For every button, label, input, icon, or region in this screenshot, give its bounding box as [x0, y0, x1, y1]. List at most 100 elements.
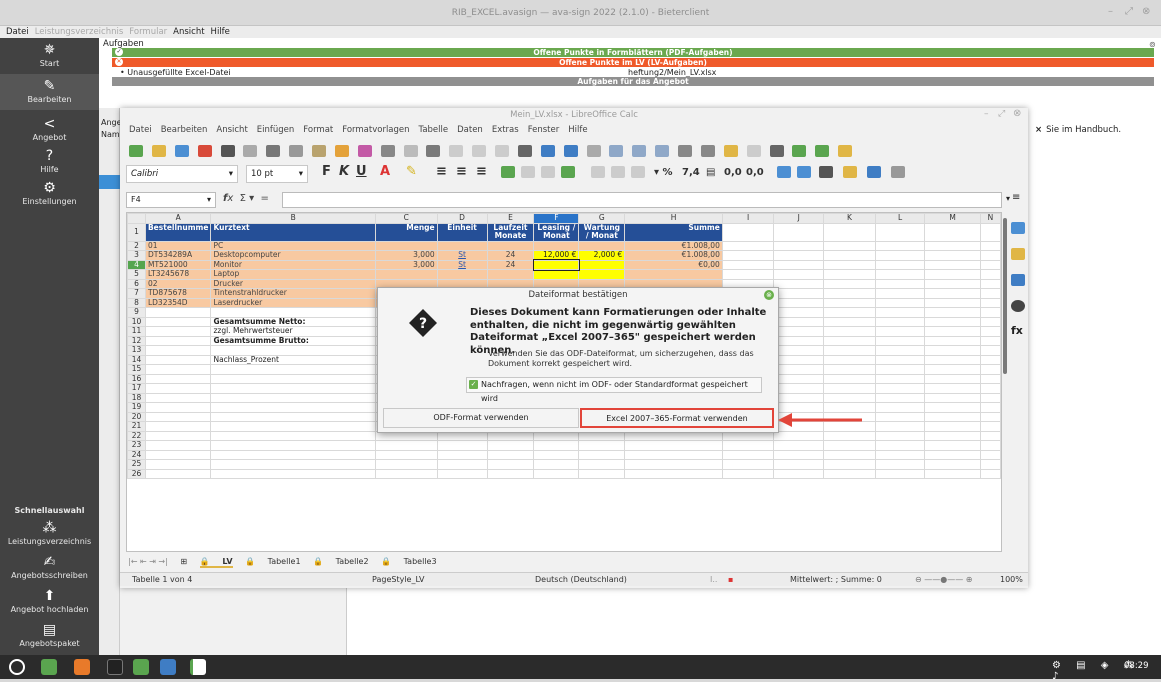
use-excel-button[interactable]: Excel 2007–365-Format verwenden — [580, 408, 774, 428]
align-middle-icon[interactable] — [591, 166, 605, 178]
empty-cell[interactable] — [210, 383, 376, 394]
chart-icon[interactable] — [632, 145, 647, 157]
ask-format-checkbox[interactable]: ✓ Nachfragen, wenn nicht im ODF- oder St… — [466, 377, 762, 403]
properties-icon[interactable] — [1011, 222, 1025, 234]
cell-f[interactable] — [533, 240, 580, 251]
menu-formular[interactable]: Formular — [129, 26, 167, 38]
calc-menu-tabelle[interactable]: Tabelle — [419, 125, 449, 135]
row-number[interactable]: 23 — [127, 440, 146, 451]
row-number[interactable]: 16 — [127, 373, 146, 384]
empty-cell[interactable] — [924, 297, 981, 308]
col-header-f[interactable]: F — [533, 213, 580, 224]
col-header-i[interactable]: I — [721, 213, 775, 224]
deck-menu-icon[interactable]: ≡ — [1012, 192, 1020, 203]
cell-d[interactable] — [436, 240, 488, 251]
empty-cell[interactable] — [874, 430, 926, 441]
empty-cell[interactable] — [979, 222, 1001, 242]
calc-menu-datei[interactable]: Datei — [129, 125, 152, 135]
conditional-format-icon[interactable] — [891, 166, 905, 178]
empty-cell[interactable] — [979, 364, 1001, 375]
empty-cell[interactable] — [144, 335, 212, 346]
empty-cell[interactable] — [823, 440, 876, 451]
empty-cell[interactable] — [924, 326, 981, 337]
navigator-icon[interactable] — [1011, 300, 1025, 312]
calc-close-icon[interactable]: ⊗ — [1013, 108, 1021, 119]
empty-cell[interactable] — [144, 468, 212, 479]
empty-cell[interactable] — [874, 250, 926, 261]
cell-d[interactable] — [436, 269, 488, 280]
empty-cell[interactable] — [924, 402, 981, 413]
styles-icon[interactable] — [1011, 248, 1025, 260]
empty-cell[interactable] — [624, 449, 723, 460]
empty-cell[interactable] — [210, 449, 376, 460]
empty-cell[interactable] — [924, 449, 981, 460]
empty-cell[interactable] — [874, 326, 926, 337]
split-window-icon[interactable] — [815, 145, 830, 157]
calc-menu-einfuegen[interactable]: Einfügen — [257, 125, 295, 135]
header-cell-bestellnummer[interactable]: Bestellnumme — [144, 222, 212, 242]
empty-cell[interactable] — [773, 392, 825, 403]
cell-c[interactable]: 3,000 — [374, 259, 438, 270]
empty-cell[interactable] — [144, 449, 212, 460]
header-cell-laufzeit[interactable]: Laufzeit Monate — [486, 222, 535, 242]
empty-cell[interactable] — [924, 411, 981, 422]
empty-cell[interactable] — [144, 402, 212, 413]
calc-maximize-icon[interactable]: ⤢ — [998, 109, 1005, 119]
use-odf-button[interactable]: ODF-Format verwenden — [383, 408, 579, 428]
calc-menu-hilfe[interactable]: Hilfe — [568, 125, 587, 135]
empty-cell[interactable] — [773, 430, 825, 441]
cell-a[interactable]: LD32354D — [144, 297, 212, 308]
wrap-text-icon[interactable] — [501, 166, 515, 178]
task-row-unfilled-excel[interactable]: • Unausgefüllte Excel-Datei heftung2/Mei… — [112, 68, 1154, 77]
tab-tabelle1[interactable]: 🔒 Tabelle1 — [245, 557, 300, 566]
date-format-button[interactable]: ▤ — [706, 167, 715, 178]
close-icon[interactable]: ⊗ — [1142, 6, 1150, 17]
empty-cell[interactable] — [924, 468, 981, 479]
menu-datei[interactable]: Datei — [6, 26, 29, 38]
empty-cell[interactable] — [210, 411, 376, 422]
cut-icon[interactable] — [266, 145, 281, 157]
bold-button[interactable]: F — [322, 164, 331, 179]
empty-cell[interactable] — [823, 240, 876, 251]
empty-cell[interactable] — [924, 354, 981, 365]
functions-icon[interactable]: fx — [1011, 324, 1023, 337]
print-icon[interactable] — [220, 145, 235, 157]
close-note-icon[interactable]: × — [1035, 125, 1042, 135]
empty-cell[interactable] — [486, 449, 535, 460]
align-bottom-icon[interactable] — [611, 166, 625, 178]
empty-cell[interactable] — [874, 240, 926, 251]
empty-cell[interactable] — [979, 269, 1001, 280]
row-number[interactable]: 9 — [127, 307, 146, 318]
empty-cell[interactable] — [823, 316, 876, 327]
empty-cell[interactable] — [823, 373, 876, 384]
row-number[interactable]: 6 — [127, 278, 146, 289]
indent-icon[interactable] — [777, 166, 791, 178]
mint-menu-icon[interactable] — [9, 659, 25, 675]
empty-cell[interactable] — [436, 449, 488, 460]
percent-button[interactable]: ▾ % — [654, 167, 673, 178]
maximize-icon[interactable]: ⤢ — [1125, 6, 1133, 17]
empty-cell[interactable] — [979, 335, 1001, 346]
empty-cell[interactable] — [874, 459, 926, 470]
font-name-box[interactable]: Calibri ▾ — [126, 165, 238, 183]
cell-h[interactable]: €1.008,00 — [624, 250, 723, 261]
empty-cell[interactable] — [773, 326, 825, 337]
image-icon[interactable] — [609, 145, 624, 157]
empty-cell[interactable] — [773, 449, 825, 460]
empty-cell[interactable] — [874, 297, 926, 308]
row-number[interactable]: 8 — [127, 297, 146, 308]
redo-icon[interactable] — [403, 145, 418, 157]
empty-cell[interactable] — [874, 316, 926, 327]
empty-cell[interactable] — [773, 354, 825, 365]
row-number[interactable]: 22 — [127, 430, 146, 441]
empty-cell[interactable] — [773, 250, 825, 261]
empty-cell[interactable] — [210, 373, 376, 384]
empty-cell[interactable] — [924, 307, 981, 318]
empty-cell[interactable] — [773, 307, 825, 318]
col-header-c[interactable]: C — [374, 213, 438, 224]
empty-cell[interactable] — [874, 402, 926, 413]
empty-cell[interactable] — [823, 364, 876, 375]
row-number[interactable]: 18 — [127, 392, 146, 403]
empty-cell[interactable] — [486, 459, 535, 470]
summary-label-cell[interactable]: Gesamtsumme Netto: — [210, 316, 376, 327]
